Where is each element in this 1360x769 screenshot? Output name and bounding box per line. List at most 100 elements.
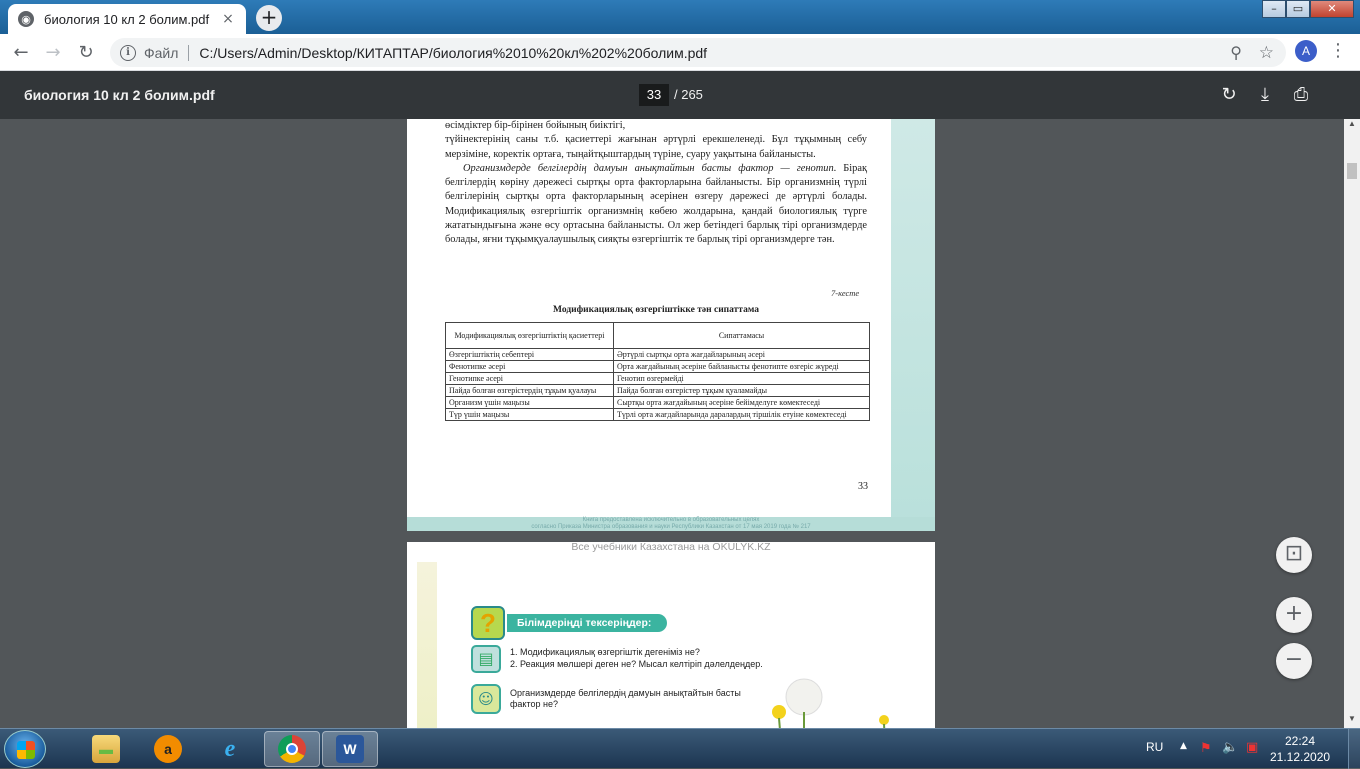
table-row: Генотипке әсері Генотип өзгермейді: [445, 372, 870, 385]
page-total: / 265: [674, 87, 703, 102]
table-cell: Пайда болған өзгерістер тұқым қуаламайды: [613, 384, 870, 397]
taskbar-avast[interactable]: a: [140, 731, 196, 767]
table-cell: Түр үшін маңызы: [445, 408, 614, 421]
table-row: Организм үшін маңызы Сыртқы орта жағдайын…: [445, 396, 870, 409]
book-icon: ▤: [471, 645, 501, 673]
window-close-button[interactable]: ✕: [1310, 0, 1354, 18]
question-2: 2. Реакция мөлшері деген не? Мысал келті…: [510, 659, 763, 669]
taskbar-file-explorer[interactable]: ▬: [78, 731, 134, 767]
paragraph-rest: . Бірақ белгілердің көріну дәрежесі сырт…: [445, 162, 868, 246]
table-cell: Организм үшін маңызы: [445, 396, 614, 409]
taskbar-chrome[interactable]: [264, 731, 320, 767]
network-icon[interactable]: ▣: [1246, 740, 1258, 755]
table-cell: Фенотипке әсері: [445, 360, 614, 373]
characteristics-table: Модификациялық өзгергіштіктің қасиеттері…: [445, 322, 870, 421]
scroll-up-icon[interactable]: ▲: [1344, 119, 1360, 133]
address-separator: [188, 44, 190, 61]
clock-time: 22:24: [1284, 734, 1316, 748]
minimize-button[interactable]: –: [1262, 0, 1286, 18]
browser-tab[interactable]: ◉ биология 10 кл 2 болим.pdf ×: [8, 4, 246, 34]
address-bar[interactable]: i Файл C:/Users/Admin/Desktop/КИТАПТАР/б…: [110, 38, 1286, 67]
bookmark-star-icon[interactable]: ☆: [1259, 43, 1274, 63]
pdf-page-34: Все учебники Казахстана на OKULYK.KZ ? Б…: [407, 542, 935, 728]
pdf-page-33: өсімдіктер бір-бірінен бойының биіктігі,…: [407, 119, 935, 531]
windows-taskbar: ▬ a e W RU ▲ ⚑ 🔈 ▣ 22:24 21.12.2020: [0, 728, 1360, 769]
paragraph: өсімдіктер бір-бірінен бойының биіктігі,: [445, 120, 626, 131]
tray-expand-icon[interactable]: ▲: [1180, 741, 1187, 751]
page-decoration: [891, 119, 935, 531]
document-icon: ◉: [18, 11, 34, 27]
show-desktop-button[interactable]: [1348, 729, 1360, 769]
zoom-in-button[interactable]: +: [1276, 597, 1312, 633]
new-tab-button[interactable]: +: [256, 5, 282, 31]
paragraph: түйінектерінің саны т.б. қасиеттері жағы…: [445, 134, 867, 160]
table-row: Түр үшін маңызы Түрлі орта жағдайларында …: [445, 408, 870, 421]
table-number: 7-кесте: [831, 288, 860, 298]
section-banner: Білімдеріңді тексеріңдер:: [507, 614, 667, 632]
italic-lead: Организмдерде белгілердің дамуын анықтай…: [463, 162, 834, 174]
maximize-button[interactable]: ▭: [1286, 0, 1310, 18]
pdf-toolbar: биология 10 кл 2 болим.pdf 33 / 265 ↻ ⤓ …: [0, 71, 1360, 119]
page-body-text: өсімдіктер бір-бірінен бойының биіктігі,…: [445, 119, 867, 248]
print-icon[interactable]: ⎙: [1289, 83, 1313, 107]
page-number: 33: [858, 481, 868, 492]
question-icon: ?: [471, 606, 505, 640]
chrome-icon: [278, 735, 306, 763]
pdf-viewer[interactable]: өсімдіктер бір-бірінен бойының биіктігі,…: [0, 119, 1344, 728]
back-arrow-icon[interactable]: ←: [8, 40, 34, 66]
download-icon[interactable]: ⤓: [1253, 83, 1277, 107]
table-cell: Пайда болған өзгерістердің тұқым қуалауы: [445, 384, 614, 397]
paragraph: Организмдерде белгілердің дамуын анықтай…: [445, 162, 867, 248]
page-number-input[interactable]: 33: [639, 84, 669, 106]
table-cell: Өзгергіштіктің себептері: [445, 348, 614, 361]
taskbar-internet-explorer[interactable]: e: [202, 731, 258, 767]
folder-icon: ▬: [92, 735, 120, 763]
rotate-icon[interactable]: ↻: [1217, 83, 1241, 107]
question-1: 1. Модификациялық өзгергіштік дегеніміз …: [510, 647, 700, 657]
volume-icon[interactable]: 🔈: [1222, 740, 1238, 755]
clock-date: 21.12.2020: [1270, 750, 1331, 764]
taskbar-clock[interactable]: 22:24 21.12.2020: [1270, 733, 1330, 765]
footer-line: Книга предоставлена исключительно в обра…: [582, 517, 760, 523]
scroll-down-icon[interactable]: ▼: [1344, 714, 1360, 728]
start-button[interactable]: [4, 730, 46, 768]
avast-icon: a: [154, 735, 182, 763]
tab-title: биология 10 кл 2 болим.pdf: [44, 11, 210, 27]
table-title: Модификациялық өзгергіштікке тән сипатта…: [553, 305, 759, 315]
windows-logo-icon: [17, 741, 35, 759]
pdf-title: биология 10 кл 2 болим.pdf: [24, 87, 215, 103]
tab-strip: ◉ биология 10 кл 2 болим.pdf × + – ▭ ✕: [0, 0, 1360, 34]
footer-line: согласно Приказа Министра образования и …: [531, 524, 811, 530]
language-indicator[interactable]: RU: [1146, 740, 1163, 754]
profile-avatar[interactable]: A: [1295, 40, 1317, 62]
table-cell: Сыртқы орта жағдайының әсеріне бейімделу…: [613, 396, 870, 409]
kebab-menu-icon[interactable]: ⋮: [1328, 40, 1348, 64]
internet-explorer-icon: e: [224, 736, 236, 762]
taskbar-word[interactable]: W: [322, 731, 378, 767]
table-row: Пайда болған өзгерістердің тұқым қуалауы…: [445, 384, 870, 397]
action-center-flag-icon[interactable]: ⚑: [1200, 741, 1212, 756]
zoom-magnifier-icon[interactable]: ⚲: [1230, 43, 1242, 62]
vertical-scrollbar[interactable]: ▲ ▼: [1344, 119, 1360, 728]
table-header: Модификациялық өзгергіштіктің қасиеттері: [445, 322, 614, 349]
url-scheme-label: Файл: [144, 44, 179, 61]
watermark-text: Все учебники Казахстана на OKULYK.KZ: [571, 542, 771, 553]
question-3: Организмдерде белгілердің дамуын анықтай…: [510, 688, 741, 709]
window-controls: – ▭ ✕: [1262, 0, 1354, 18]
word-icon: W: [336, 735, 364, 763]
browser-toolbar: ← → ↻ i Файл C:/Users/Admin/Desktop/КИТА…: [0, 34, 1360, 71]
info-icon[interactable]: i: [120, 44, 136, 61]
scrollbar-thumb[interactable]: [1347, 163, 1357, 179]
table-header: Сипаттамасы: [613, 322, 870, 349]
reload-icon[interactable]: ↻: [73, 40, 99, 66]
table-row: Фенотипке әсері Орта жағдайының әсеріне б…: [445, 360, 870, 373]
zoom-out-button[interactable]: −: [1276, 643, 1312, 679]
table-cell: Орта жағдайының әсеріне байланысты фенот…: [613, 360, 870, 373]
url-text[interactable]: C:/Users/Admin/Desktop/КИТАПТАР/биология…: [199, 45, 707, 61]
forward-arrow-icon[interactable]: →: [40, 40, 66, 66]
page-decoration: [417, 562, 437, 728]
table-cell: Түрлі орта жағдайларында даралардың тірш…: [613, 408, 870, 421]
close-tab-icon[interactable]: ×: [220, 11, 236, 27]
table-row: Өзгергіштіктің себептері Әртүрлі сыртқы о…: [445, 348, 870, 361]
fit-to-page-button[interactable]: ⊡: [1276, 537, 1312, 573]
